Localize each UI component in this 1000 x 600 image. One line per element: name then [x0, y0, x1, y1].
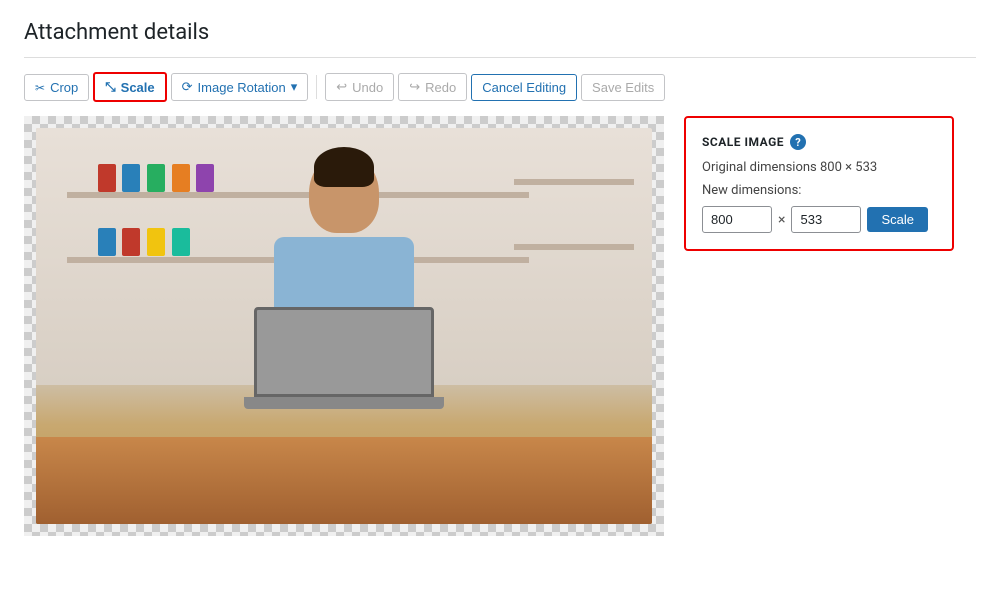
- laptop-figure: [244, 307, 444, 437]
- shelf-right-1: [514, 179, 634, 185]
- scale-panel-header: SCALE IMAGE ?: [702, 134, 936, 150]
- crop-button[interactable]: Crop: [24, 74, 89, 101]
- shelf-right-2: [514, 244, 634, 250]
- redo-label: Redo: [425, 80, 456, 95]
- scale-label: Scale: [121, 80, 155, 95]
- cancel-editing-label: Cancel Editing: [482, 80, 566, 95]
- save-edits-label: Save Edits: [592, 80, 654, 95]
- binder-6: [98, 228, 116, 256]
- laptop-base: [244, 397, 444, 409]
- scale-submit-button[interactable]: Scale: [867, 207, 928, 232]
- dimensions-inputs: × Scale: [702, 206, 936, 233]
- crop-icon: [35, 80, 45, 95]
- binder-2: [122, 164, 140, 192]
- dropdown-arrow-icon: ▾: [291, 79, 298, 95]
- person-head: [309, 153, 379, 233]
- cancel-editing-button[interactable]: Cancel Editing: [471, 74, 577, 101]
- image-placeholder: [36, 128, 652, 524]
- toolbar-separator: [316, 75, 317, 99]
- binder-7: [122, 228, 140, 256]
- width-input[interactable]: [702, 206, 772, 233]
- binder-9: [172, 228, 190, 256]
- main-content: SCALE IMAGE ? Original dimensions 800 × …: [24, 116, 976, 536]
- scale-icon: [105, 79, 115, 95]
- laptop-screen: [254, 307, 434, 397]
- photo-simulation: [36, 128, 652, 524]
- image-rotation-button[interactable]: Image Rotation ▾: [171, 73, 309, 101]
- page-title: Attachment details: [24, 20, 976, 58]
- toolbar: Crop Scale Image Rotation ▾ Undo Redo Ca…: [24, 72, 976, 102]
- scale-button[interactable]: Scale: [93, 72, 166, 102]
- scale-panel: SCALE IMAGE ? Original dimensions 800 × …: [684, 116, 954, 251]
- scale-panel-title: SCALE IMAGE: [702, 135, 784, 149]
- rotation-icon: [182, 79, 193, 95]
- dimensions-separator: ×: [778, 212, 785, 228]
- undo-button[interactable]: Undo: [325, 73, 394, 101]
- crop-label: Crop: [50, 80, 78, 95]
- desk-surface: [36, 437, 652, 524]
- redo-button[interactable]: Redo: [398, 73, 467, 101]
- binder-4: [172, 164, 190, 192]
- rotation-label: Image Rotation: [198, 80, 286, 95]
- image-container: [24, 116, 664, 536]
- redo-icon: [409, 79, 420, 95]
- binder-1: [98, 164, 116, 192]
- binder-3: [147, 164, 165, 192]
- undo-icon: [336, 79, 347, 95]
- new-dimensions-label: New dimensions:: [702, 183, 936, 198]
- save-edits-button[interactable]: Save Edits: [581, 74, 665, 101]
- height-input[interactable]: [791, 206, 861, 233]
- original-dimensions-label: Original dimensions 800 × 533: [702, 160, 936, 175]
- binder-5: [196, 164, 214, 192]
- person-hair: [314, 147, 374, 187]
- help-icon[interactable]: ?: [790, 134, 806, 150]
- binder-8: [147, 228, 165, 256]
- undo-label: Undo: [352, 80, 383, 95]
